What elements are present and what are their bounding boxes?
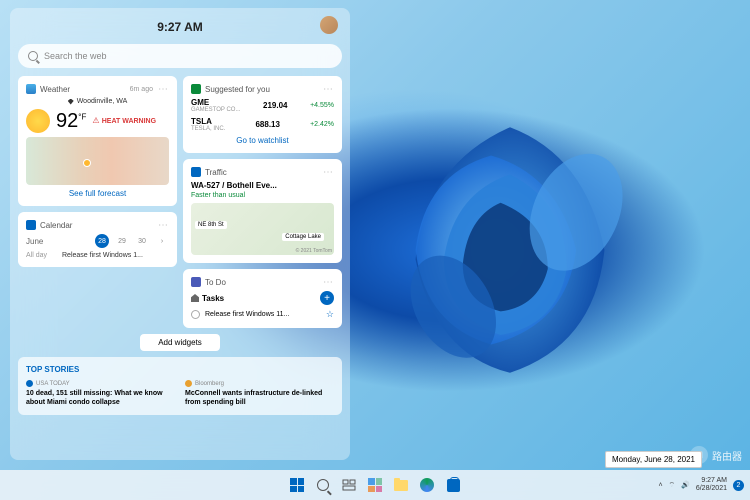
stocks-card[interactable]: Suggested for you ⋯ GMEGAMESTOP CO... 21… xyxy=(183,76,342,153)
more-icon[interactable]: ⋯ xyxy=(157,220,169,230)
stock-row[interactable]: GMEGAMESTOP CO... 219.04 +4.55% xyxy=(191,98,334,113)
traffic-icon xyxy=(191,167,201,177)
date-tooltip: Monday, June 28, 2021 xyxy=(605,451,702,468)
sun-icon xyxy=(26,109,50,133)
taskview-icon xyxy=(342,478,356,492)
notification-badge[interactable]: 2 xyxy=(733,480,744,491)
calendar-icon xyxy=(26,220,36,230)
more-icon[interactable]: ⋯ xyxy=(322,277,334,287)
chevron-up-icon[interactable]: ˄ xyxy=(658,482,662,489)
pin-icon xyxy=(68,99,74,105)
panel-time: 9:27 AM xyxy=(157,20,203,34)
wifi-icon[interactable]: ⌔ xyxy=(669,481,676,490)
checkbox-icon[interactable] xyxy=(191,310,200,319)
add-widgets-button[interactable]: Add widgets xyxy=(140,334,220,351)
bloom-graphic xyxy=(320,80,700,420)
edge-icon xyxy=(420,478,434,492)
add-task-button[interactable]: + xyxy=(320,291,334,305)
taskbar: ˄ ⌔ 🔊 9:27 AM 6/28/2021 2 xyxy=(0,470,750,500)
tray-clock[interactable]: 9:27 AM 6/28/2021 xyxy=(696,477,727,494)
store-icon xyxy=(447,479,460,492)
news-item[interactable]: Bloomberg McConnell wants infrastructure… xyxy=(185,380,334,407)
todo-card[interactable]: To Do ⋯ Tasks + Release first Windows 11… xyxy=(183,269,342,328)
widgets-panel: 9:27 AM Search the web Weather 6m ago ⋯ … xyxy=(10,8,350,460)
edge-button[interactable] xyxy=(416,474,438,496)
user-avatar[interactable] xyxy=(320,16,338,34)
traffic-map: NE 8th St Cottage Lake © 2021 TomTom xyxy=(191,203,334,255)
stock-row[interactable]: TSLATESLA, INC. 688.13 +2.42% xyxy=(191,117,334,132)
widgets-button[interactable] xyxy=(364,474,386,496)
search-icon xyxy=(317,479,329,491)
weather-map xyxy=(26,137,169,185)
star-icon[interactable]: ☆ xyxy=(326,309,334,320)
warning-icon: ⚠ xyxy=(92,116,99,125)
search-icon xyxy=(28,51,38,61)
news-section: TOP STORIES USA TODAY 10 dead, 151 still… xyxy=(18,357,342,415)
forecast-link[interactable]: See full forecast xyxy=(26,189,169,198)
more-icon[interactable]: ⋯ xyxy=(322,167,334,177)
store-button[interactable] xyxy=(442,474,464,496)
news-item[interactable]: USA TODAY 10 dead, 151 still missing: Wh… xyxy=(26,380,175,407)
stocks-icon xyxy=(191,84,201,94)
volume-icon[interactable]: 🔊 xyxy=(681,481,690,489)
start-button[interactable] xyxy=(286,474,308,496)
calendar-days[interactable]: 28 29 30 › xyxy=(95,234,169,248)
system-tray[interactable]: ˄ ⌔ 🔊 9:27 AM 6/28/2021 2 xyxy=(658,477,744,494)
search-box[interactable]: Search the web xyxy=(18,44,342,68)
weather-card[interactable]: Weather 6m ago ⋯ Woodinville, WA 92°F ⚠ … xyxy=(18,76,177,206)
search-placeholder: Search the web xyxy=(44,51,107,61)
explorer-button[interactable] xyxy=(390,474,412,496)
traffic-card[interactable]: Traffic ⋯ WA-527 / Bothell Eve... Faster… xyxy=(183,159,342,263)
widgets-icon xyxy=(368,478,382,492)
weather-icon xyxy=(26,84,36,94)
more-icon[interactable]: ⋯ xyxy=(157,84,169,94)
todo-icon xyxy=(191,277,201,287)
folder-icon xyxy=(394,480,408,491)
watchlist-link[interactable]: Go to watchlist xyxy=(191,136,334,145)
more-icon[interactable]: ⋯ xyxy=(322,84,334,94)
calendar-card[interactable]: Calendar ⋯ June 28 29 30 › All day Relea… xyxy=(18,212,177,267)
windows-icon xyxy=(290,478,304,492)
search-button[interactable] xyxy=(312,474,334,496)
todo-item[interactable]: Release first Windows 11... ☆ xyxy=(191,309,334,320)
home-icon xyxy=(191,294,199,302)
task-view-button[interactable] xyxy=(338,474,360,496)
